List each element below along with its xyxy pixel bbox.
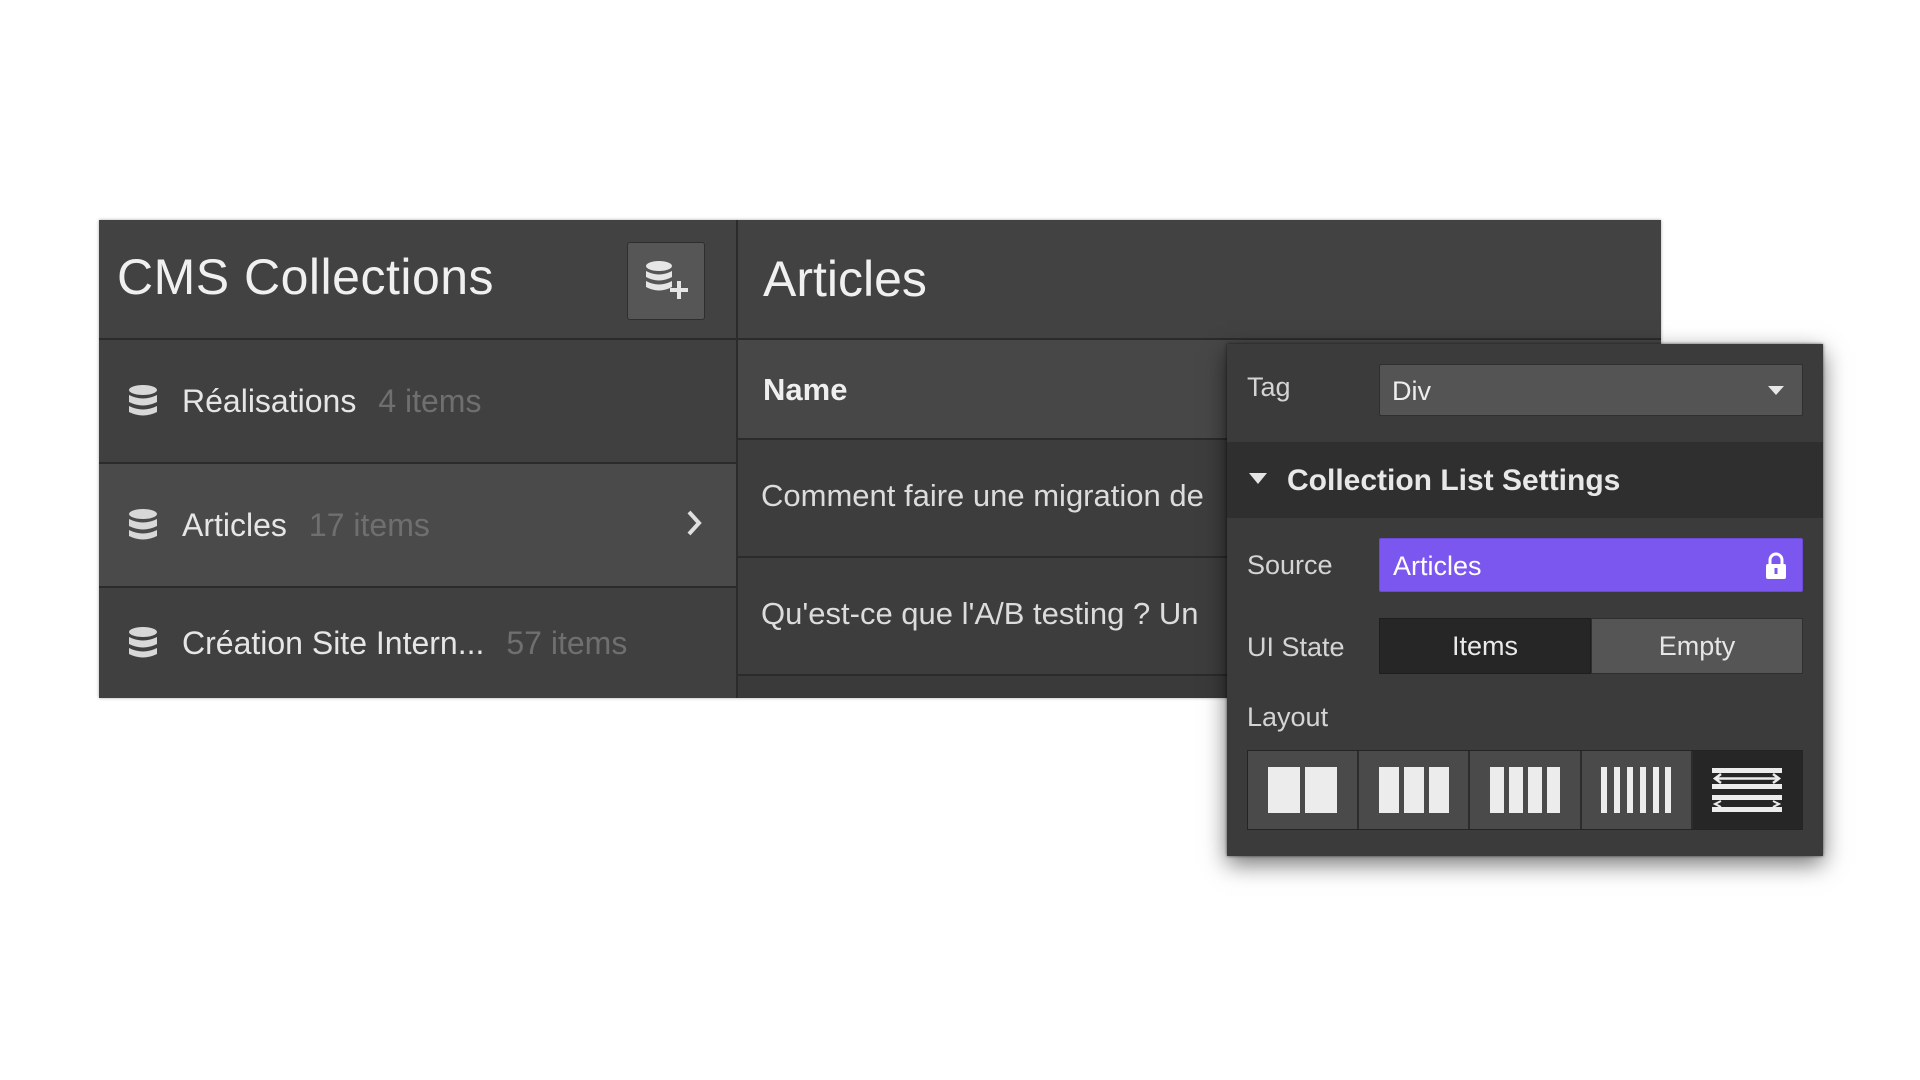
layout-4-columns-icon bbox=[1490, 767, 1560, 813]
collections-title: CMS Collections bbox=[117, 249, 495, 305]
collection-item-realisations[interactable]: Réalisations 4 items bbox=[99, 340, 736, 464]
layout-6-columns-button[interactable] bbox=[1581, 751, 1693, 829]
caret-down-icon bbox=[1768, 386, 1784, 395]
layout-options bbox=[1247, 750, 1803, 830]
layout-2-columns-icon bbox=[1267, 767, 1337, 813]
collection-item-articles[interactable]: Articles 17 items bbox=[99, 464, 736, 588]
source-label: Source bbox=[1247, 550, 1333, 580]
layout-6-columns-icon bbox=[1601, 767, 1672, 813]
tag-label: Tag bbox=[1247, 372, 1291, 402]
chevron-right-icon bbox=[687, 510, 702, 536]
source-value: Articles bbox=[1393, 551, 1482, 581]
layout-3-columns-icon bbox=[1378, 767, 1449, 813]
collection-list-settings-header[interactable]: Collection List Settings bbox=[1227, 442, 1823, 518]
section-title: Collection List Settings bbox=[1287, 464, 1621, 497]
source-field[interactable]: Articles bbox=[1379, 538, 1803, 592]
database-icon bbox=[129, 385, 157, 416]
tag-value: Div bbox=[1392, 376, 1431, 406]
caret-down-icon bbox=[1249, 473, 1267, 484]
column-header-name[interactable]: Name bbox=[763, 372, 847, 408]
layout-3-columns-button[interactable] bbox=[1359, 751, 1471, 829]
collection-count: 57 items bbox=[506, 624, 628, 661]
collection-list-settings-panel: Tag Div Collection List Settings Source … bbox=[1227, 344, 1823, 856]
collections-sidebar: CMS Collections Réalisations 4 items Art… bbox=[99, 220, 738, 698]
tag-select[interactable]: Div bbox=[1379, 364, 1803, 416]
ui-state-empty-button[interactable]: Empty bbox=[1591, 618, 1803, 674]
database-icon bbox=[129, 627, 157, 658]
add-collection-button[interactable] bbox=[627, 242, 705, 320]
add-collection-icon bbox=[646, 261, 688, 299]
layout-label: Layout bbox=[1247, 702, 1329, 732]
layout-4-columns-button[interactable] bbox=[1470, 751, 1582, 829]
collections-header: CMS Collections bbox=[99, 220, 736, 340]
collection-count: 4 items bbox=[378, 382, 482, 419]
collection-item-creation-site[interactable]: Création Site Intern... 57 items bbox=[99, 588, 736, 698]
ui-state-label: UI State bbox=[1247, 632, 1345, 662]
row-name: Comment faire une migration de bbox=[761, 478, 1204, 513]
articles-header: Articles bbox=[738, 220, 1661, 340]
database-icon bbox=[129, 509, 157, 540]
collection-name: Réalisations bbox=[182, 382, 357, 419]
ui-state-items-button[interactable]: Items bbox=[1379, 618, 1591, 674]
collection-name: Articles bbox=[182, 506, 287, 543]
collection-name: Création Site Intern... bbox=[182, 624, 485, 661]
layout-list-icon bbox=[1712, 768, 1783, 812]
layout-list-button[interactable] bbox=[1692, 751, 1803, 829]
row-name: Qu'est-ce que l'A/B testing ? Un bbox=[761, 596, 1199, 631]
articles-title: Articles bbox=[763, 251, 927, 307]
collection-count: 17 items bbox=[308, 506, 430, 543]
lock-icon bbox=[1766, 552, 1786, 579]
layout-2-columns-button[interactable] bbox=[1248, 751, 1360, 829]
